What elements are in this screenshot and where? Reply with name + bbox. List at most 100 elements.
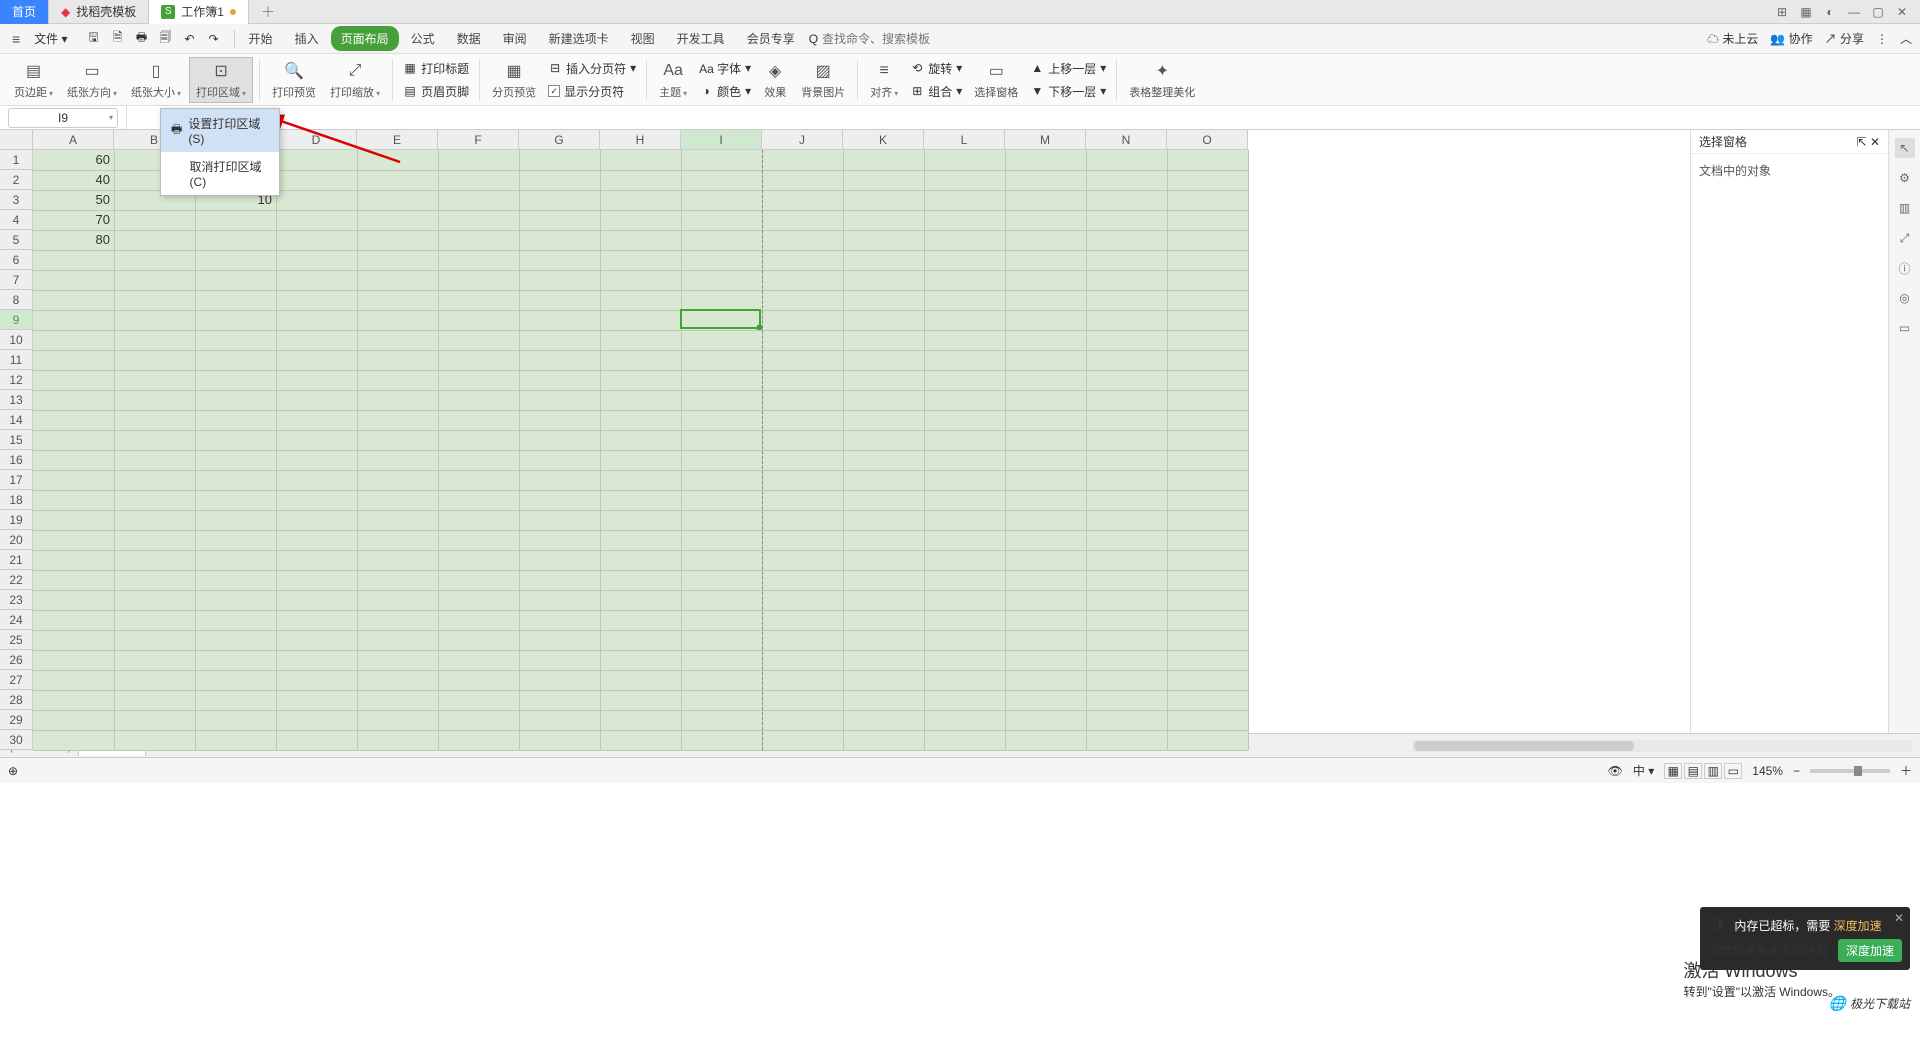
cancel-print-area-item[interactable]: 取消打印区域(C)	[161, 152, 279, 195]
row-header[interactable]: 19	[0, 510, 33, 530]
col-header[interactable]: A	[33, 130, 114, 150]
theme-button[interactable]: Aa主题	[653, 58, 693, 102]
print-preview-icon[interactable]: 🗐	[158, 31, 174, 47]
send-backward-button[interactable]: ▼下移一层 ▾	[1026, 81, 1110, 102]
print-area-button[interactable]: ⊡打印区域	[189, 57, 253, 103]
col-header[interactable]: D	[276, 130, 357, 150]
formula-input[interactable]	[126, 106, 1920, 129]
row-header[interactable]: 11	[0, 350, 33, 370]
col-header[interactable]: N	[1086, 130, 1167, 150]
layout-icon[interactable]: ⊞	[1772, 2, 1792, 22]
row-header[interactable]: 13	[0, 390, 33, 410]
orientation-button[interactable]: ▭纸张方向	[61, 58, 123, 102]
user-icon[interactable]: ◐	[1820, 2, 1840, 22]
row-header[interactable]: 4	[0, 210, 33, 230]
cell-value[interactable]: 70	[33, 210, 114, 230]
zoom-value[interactable]: 145%	[1752, 764, 1783, 778]
search-input[interactable]	[822, 32, 942, 46]
bring-forward-button[interactable]: ▲上移一层 ▾	[1026, 58, 1110, 79]
menu-会员专享[interactable]: 会员专享	[737, 26, 805, 51]
col-header[interactable]: F	[438, 130, 519, 150]
cell-grid[interactable]: 604050107080	[33, 150, 1248, 750]
minimize-icon[interactable]: —	[1844, 2, 1864, 22]
margin-button[interactable]: ▤页边距	[8, 58, 59, 102]
break-view-icon[interactable]: ▥	[1704, 763, 1722, 779]
close-pane-icon[interactable]: ✕	[1870, 135, 1880, 149]
zoom-in-icon[interactable]: ＋	[1900, 762, 1912, 779]
row-header[interactable]: 2	[0, 170, 33, 190]
col-header[interactable]: O	[1167, 130, 1248, 150]
layout-pane-icon[interactable]: ▥	[1895, 198, 1915, 218]
menu-开发工具[interactable]: 开发工具	[667, 26, 735, 51]
page-break-preview-button[interactable]: ▦分页预览	[486, 58, 542, 102]
row-header[interactable]: 14	[0, 410, 33, 430]
location-icon[interactable]: ◎	[1895, 288, 1915, 308]
cell-value[interactable]: 80	[33, 230, 114, 250]
reading-view-icon[interactable]: ▭	[1724, 763, 1742, 779]
menu-审阅[interactable]: 审阅	[493, 26, 537, 51]
rotate-button[interactable]: ⟲旋转 ▾	[906, 58, 966, 79]
row-header[interactable]: 1	[0, 150, 33, 170]
menu-数据[interactable]: 数据	[447, 26, 491, 51]
group-button[interactable]: ⊞组合 ▾	[906, 81, 966, 102]
row-header[interactable]: 7	[0, 270, 33, 290]
menu-页面布局[interactable]: 页面布局	[331, 26, 399, 51]
print-icon[interactable]: 🖶	[134, 31, 150, 47]
row-header[interactable]: 3	[0, 190, 33, 210]
cloud-status[interactable]: ☁ 未上云	[1707, 30, 1758, 47]
beautify-button[interactable]: ✦表格整理美化	[1123, 58, 1201, 102]
hamburger-icon[interactable]: ≡	[8, 31, 24, 47]
print-scaling-button[interactable]: ⤢打印缩放	[324, 58, 386, 102]
eye-icon[interactable]: 👁	[1608, 764, 1623, 778]
settings-icon[interactable]: ⚙	[1895, 168, 1915, 188]
cursor-icon[interactable]: ↖	[1895, 138, 1915, 158]
row-header[interactable]: 17	[0, 470, 33, 490]
row-header[interactable]: 25	[0, 630, 33, 650]
status-icon[interactable]: ⊕	[8, 764, 18, 778]
pin-icon[interactable]: ⇱	[1857, 135, 1867, 149]
ime-icon[interactable]: 中 ▾	[1633, 762, 1654, 779]
row-header[interactable]: 9	[0, 310, 33, 330]
grid-icon[interactable]: ▦	[1796, 2, 1816, 22]
col-header[interactable]: K	[843, 130, 924, 150]
row-header[interactable]: 21	[0, 550, 33, 570]
name-box[interactable]: I9	[8, 108, 118, 128]
tab-workbook[interactable]: S 工作簿1	[149, 0, 249, 24]
tab-new[interactable]: ＋	[249, 0, 287, 24]
popup-close-icon[interactable]: ✕	[1894, 911, 1904, 925]
row-header[interactable]: 29	[0, 710, 33, 730]
select-all-corner[interactable]	[0, 130, 33, 150]
zoom-out-icon[interactable]: −	[1793, 764, 1800, 778]
row-header[interactable]: 8	[0, 290, 33, 310]
select-pane-button[interactable]: ▭选择窗格	[968, 58, 1024, 102]
row-header[interactable]: 28	[0, 690, 33, 710]
book-icon[interactable]: ▭	[1895, 318, 1915, 338]
col-header[interactable]: E	[357, 130, 438, 150]
color-button[interactable]: ◑颜色 ▾	[695, 81, 755, 102]
row-header[interactable]: 30	[0, 730, 33, 750]
row-header[interactable]: 18	[0, 490, 33, 510]
menu-公式[interactable]: 公式	[401, 26, 445, 51]
font-button[interactable]: Aa 字体 ▾	[695, 58, 755, 79]
more-icon[interactable]: ⋮	[1876, 32, 1888, 46]
col-header[interactable]: L	[924, 130, 1005, 150]
tab-home[interactable]: 首页	[0, 0, 49, 24]
expand-icon[interactable]: ⤢	[1895, 228, 1915, 248]
row-header[interactable]: 6	[0, 250, 33, 270]
set-print-area-item[interactable]: 🖶设置打印区域(S)	[161, 109, 279, 152]
popup-action-button[interactable]: 深度加速	[1838, 939, 1902, 962]
row-header[interactable]: 15	[0, 430, 33, 450]
show-break-button[interactable]: ✓显示分页符	[544, 81, 640, 102]
row-header[interactable]: 5	[0, 230, 33, 250]
col-header[interactable]: J	[762, 130, 843, 150]
cell-value[interactable]: 50	[33, 190, 114, 210]
col-header[interactable]: G	[519, 130, 600, 150]
collab-button[interactable]: 👥 协作	[1770, 30, 1812, 47]
normal-view-icon[interactable]: ▦	[1664, 763, 1682, 779]
save-as-icon[interactable]: 🗎	[110, 31, 126, 47]
menu-视图[interactable]: 视图	[621, 26, 665, 51]
maximize-icon[interactable]: ▢	[1868, 2, 1888, 22]
tab-template[interactable]: ◆ 找稻壳模板	[49, 0, 149, 24]
menu-新建选项卡[interactable]: 新建选项卡	[539, 26, 619, 51]
row-header[interactable]: 24	[0, 610, 33, 630]
